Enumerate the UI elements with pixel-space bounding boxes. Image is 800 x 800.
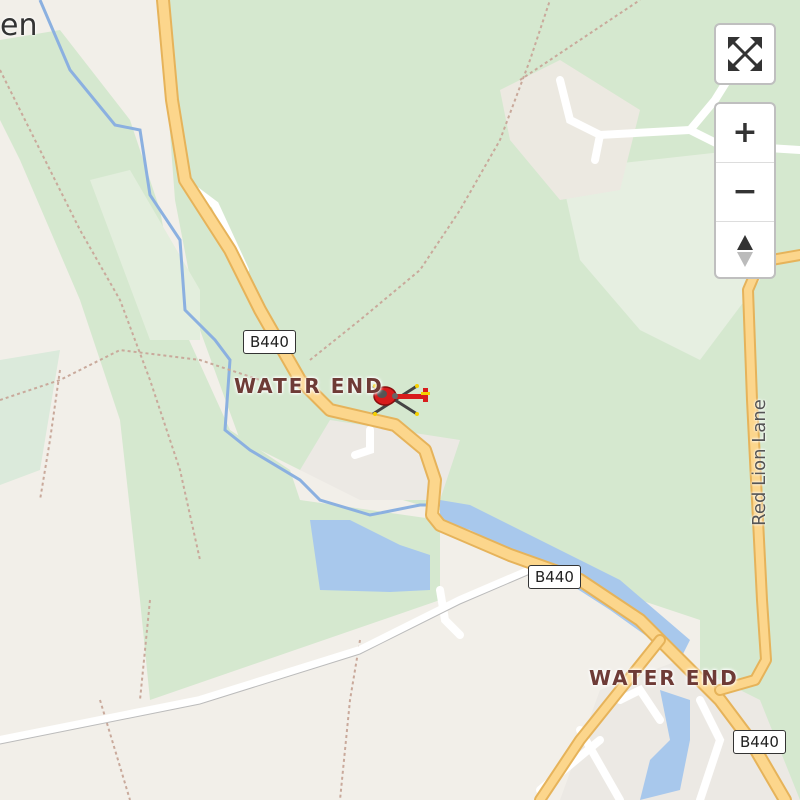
road-shield-b440: B440	[528, 565, 581, 589]
zoom-out-button[interactable]: −	[716, 162, 774, 221]
place-label-partial: en	[0, 8, 38, 43]
road-shield-b440: B440	[733, 730, 786, 754]
fullscreen-button[interactable]	[716, 25, 774, 83]
zoom-control[interactable]: + −	[714, 102, 776, 279]
street-label-red-lion-lane: Red Lion Lane	[748, 399, 770, 526]
zoom-out-label: −	[732, 174, 758, 209]
zoom-in-button[interactable]: +	[716, 104, 774, 162]
fullscreen-control[interactable]	[714, 23, 776, 85]
road-shield-b440: B440	[243, 330, 296, 354]
place-label-water-end: WATER END	[589, 666, 739, 690]
minor-road	[591, 131, 604, 164]
fullscreen-icon	[728, 37, 762, 71]
place-label-water-end: WATER END	[234, 374, 384, 398]
compass-button[interactable]	[716, 221, 774, 280]
map-view[interactable]: en WATER END WATER END B440 B440 B440 Re…	[0, 0, 800, 800]
zoom-in-label: +	[732, 115, 758, 150]
compass-icon	[737, 235, 753, 267]
